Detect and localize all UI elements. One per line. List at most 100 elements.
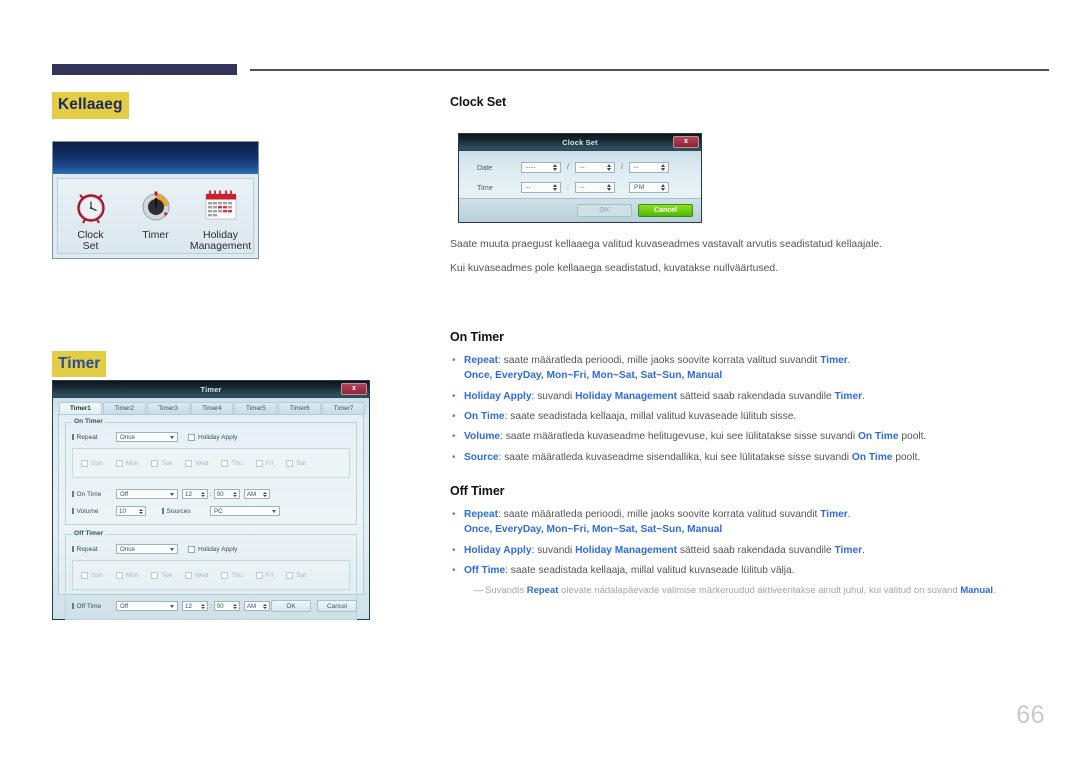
checkbox-box bbox=[115, 459, 123, 467]
on-timer-time-value: Off bbox=[120, 490, 129, 498]
clock-set-heading: Clock Set bbox=[450, 95, 507, 109]
text: : saate määratleda kuvaseadme sisendalli… bbox=[498, 451, 852, 463]
on-timer-minute-stepper[interactable]: 00 bbox=[213, 489, 240, 499]
off-timer-off-time-text: Off Time: saate seadistada kellaaja, mil… bbox=[464, 563, 1025, 578]
day-label: Sun bbox=[91, 571, 103, 579]
right-column: Clock Set Saate muuta praegust kellaaega… bbox=[450, 95, 1025, 598]
text: : saate määratleda perioodi, mille jaoks… bbox=[497, 508, 821, 520]
text: sätteid saab rakendada suvandile bbox=[677, 390, 835, 402]
on-timer-source-label: Sources bbox=[162, 508, 210, 515]
keyword: On Time bbox=[857, 431, 899, 443]
on-timer-day-sat[interactable]: Sat bbox=[286, 459, 306, 467]
keyword: Holiday Management bbox=[575, 544, 678, 556]
timer-dialog-title: Timer bbox=[200, 385, 222, 394]
checkbox-box bbox=[151, 459, 159, 467]
on-timer-time-label: On Time bbox=[72, 491, 116, 498]
on-timer-hour-stepper[interactable]: 12 bbox=[182, 489, 208, 499]
checkbox-box bbox=[188, 545, 195, 553]
checkbox-box bbox=[81, 459, 88, 467]
off-timer-holiday-apply-label: Holiday Apply bbox=[198, 545, 238, 553]
off-timer-day-thu[interactable]: Thu bbox=[221, 571, 243, 579]
tab-timer6[interactable]: Timer6 bbox=[278, 402, 322, 414]
off-timer-day-mon[interactable]: Mon bbox=[115, 571, 138, 579]
day-label: Wed bbox=[195, 459, 209, 467]
on-timer-source-value: PC bbox=[214, 507, 223, 515]
repeat-options: Once, EveryDay, Mon~Fri, Mon~Sat, Sat~Su… bbox=[464, 370, 723, 382]
on-timer-volume-stepper[interactable]: 10 bbox=[116, 506, 146, 516]
checkbox-box bbox=[221, 459, 229, 467]
on-timer-day-fri[interactable]: Fri bbox=[255, 459, 273, 467]
clock-set-figure-spacer bbox=[450, 109, 1025, 237]
on-timer-day-sun[interactable]: Sun bbox=[81, 459, 103, 467]
icon-cell-label: Clock Set bbox=[77, 228, 104, 253]
off-timer-day-sun[interactable]: Sun bbox=[81, 571, 103, 579]
tab-timer7[interactable]: Timer7 bbox=[322, 402, 366, 414]
timer-dialog: Timer x Timer1 Timer2 Timer3 Timer4 Time… bbox=[52, 380, 370, 620]
off-timer-holiday-apply-text: Holiday Apply: suvandi Holiday Managemen… bbox=[464, 543, 1025, 558]
off-timer-day-wed[interactable]: Wed bbox=[185, 571, 208, 579]
day-label: Sun bbox=[91, 459, 103, 467]
on-timer-time-select[interactable]: Off bbox=[116, 489, 178, 499]
list-item: • Holiday Apply: suvandi Holiday Managem… bbox=[450, 389, 1025, 404]
text: : saate seadistada kellaaja, millal vali… bbox=[504, 411, 797, 423]
clock-set-para1: Saate muuta praegust kellaaega valitud k… bbox=[450, 239, 883, 250]
checkbox-box bbox=[81, 571, 88, 579]
on-timer-repeat-value: Once bbox=[120, 433, 135, 441]
text: . bbox=[862, 390, 865, 402]
left-column: Kellaaeg Clock Set Timer Holiday Managem… bbox=[52, 92, 382, 377]
off-timer-repeat-select[interactable]: Once bbox=[116, 544, 178, 554]
checkbox-box bbox=[185, 459, 193, 467]
timer-cancel-button[interactable]: Cancel bbox=[317, 600, 357, 612]
timer-ok-button[interactable]: OK bbox=[271, 600, 311, 612]
timer-dialog-body: Timer1 Timer2 Timer3 Timer4 Timer5 Timer… bbox=[53, 398, 369, 620]
icon-cell-holiday-management[interactable]: Holiday Management bbox=[189, 185, 253, 254]
on-timer-legend: On Timer bbox=[71, 418, 106, 425]
tab-timer2[interactable]: Timer2 bbox=[102, 402, 146, 414]
on-timer-minute-value: 00 bbox=[216, 490, 224, 498]
icon-cell-label: Timer bbox=[142, 228, 169, 241]
header-rule bbox=[52, 64, 1049, 76]
list-item: • Repeat: saate määratleda perioodi, mil… bbox=[450, 353, 1025, 384]
timer-dial-icon bbox=[124, 185, 188, 227]
clock-feature-icon-panel: Clock Set Timer Holiday Management bbox=[52, 140, 259, 259]
stepper-arrows-icon bbox=[262, 491, 267, 497]
close-icon[interactable]: x bbox=[341, 382, 367, 395]
on-timer-day-tue[interactable]: Tue bbox=[151, 459, 172, 467]
keyword: Volume bbox=[464, 431, 501, 443]
keyword: Holiday Management bbox=[575, 390, 678, 402]
on-timer-source-select[interactable]: PC bbox=[210, 506, 280, 516]
bullet-dot: • bbox=[452, 390, 456, 402]
tab-timer5[interactable]: Timer5 bbox=[234, 402, 278, 414]
tab-timer3[interactable]: Timer3 bbox=[146, 402, 190, 414]
off-timer-repeat-text: Repeat: saate määratleda perioodi, mille… bbox=[464, 507, 1025, 538]
on-timer-repeat-select[interactable]: Once bbox=[116, 432, 178, 442]
icon-cell-timer[interactable]: Timer bbox=[124, 185, 188, 242]
keyword: Timer bbox=[820, 355, 848, 367]
on-timer-volume-label: Volume bbox=[72, 508, 116, 515]
off-timer-day-sat[interactable]: Sat bbox=[286, 571, 306, 579]
section-tag-kellaaeg: Kellaaeg bbox=[52, 92, 129, 119]
keyword: Holiday Apply bbox=[464, 544, 532, 556]
on-timer-on-time-text: On Time: saate seadistada kellaaja, mill… bbox=[464, 409, 1025, 424]
stepper-arrows-icon bbox=[139, 508, 143, 514]
on-timer-day-mon[interactable]: Mon bbox=[115, 459, 138, 467]
on-timer-holiday-apply-checkbox[interactable]: Holiday Apply bbox=[188, 433, 238, 441]
on-timer-holiday-apply-label: Holiday Apply bbox=[198, 433, 238, 441]
on-timer-volume-text: Volume: saate määratleda kuvaseadme heli… bbox=[464, 429, 1025, 444]
on-timer-meridiem-stepper[interactable]: AM bbox=[243, 489, 270, 499]
icon-cell-clock-set[interactable]: Clock Set bbox=[59, 185, 123, 254]
keyword: Repeat bbox=[526, 585, 559, 597]
off-timer-holiday-apply-checkbox[interactable]: Holiday Apply bbox=[188, 545, 238, 553]
on-timer-volume-value: 10 bbox=[119, 507, 126, 515]
calendar-icon bbox=[189, 185, 253, 227]
icon-panel-titlebar bbox=[53, 141, 258, 174]
on-timer-day-thu[interactable]: Thu bbox=[221, 459, 243, 467]
on-timer-day-wed[interactable]: Wed bbox=[185, 459, 209, 467]
tab-timer1[interactable]: Timer1 bbox=[59, 402, 102, 414]
text: . bbox=[847, 508, 851, 520]
off-timer-day-fri[interactable]: Fri bbox=[255, 571, 273, 579]
off-timer-heading: Off Timer bbox=[450, 483, 505, 498]
off-timer-day-tue[interactable]: Tue bbox=[151, 571, 172, 579]
checkbox-box bbox=[221, 571, 229, 579]
tab-timer4[interactable]: Timer4 bbox=[190, 402, 234, 414]
